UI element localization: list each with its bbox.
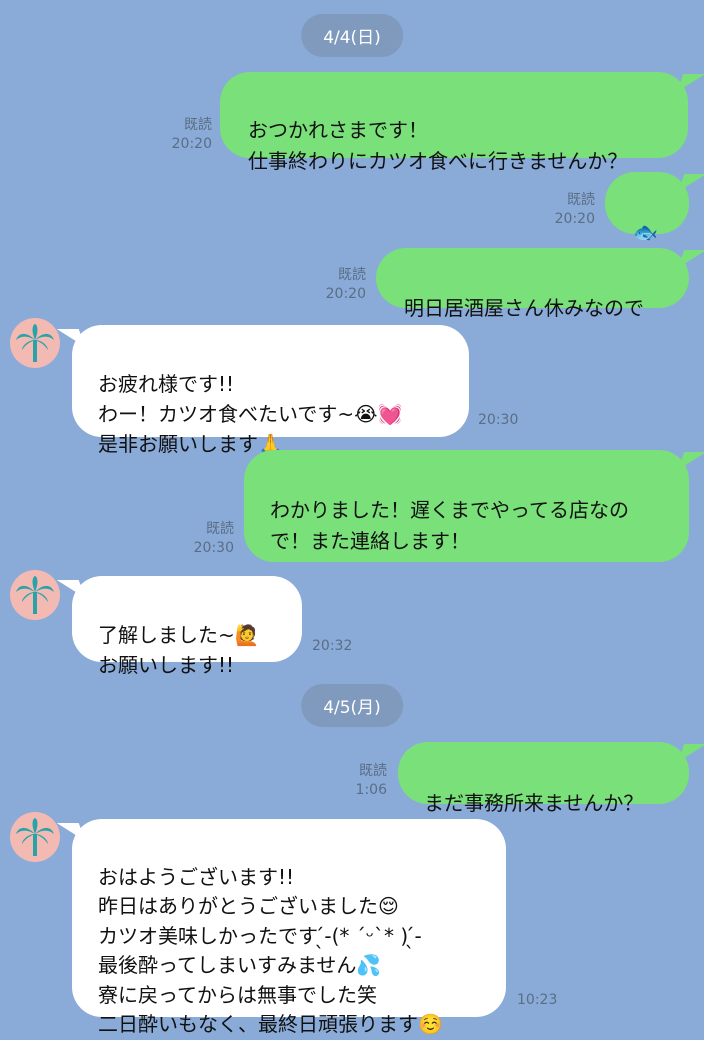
message-text: 明日居酒屋さん休みなので	[404, 296, 644, 320]
palm-tree-icon	[16, 818, 54, 856]
read-label: 既読	[338, 267, 366, 283]
message-bubble-outgoing[interactable]: わかりました！遅くまでやってる店なので！また連絡します！	[244, 450, 689, 562]
avatar[interactable]	[10, 812, 60, 862]
message-time: 20:20	[171, 136, 212, 152]
message-meta: 20:30	[478, 411, 518, 430]
message-text: わかりました！遅くまでやってる店なので！また連絡します！	[270, 498, 629, 553]
message-time: 20:30	[193, 540, 234, 556]
message-time: 10:23	[517, 992, 558, 1008]
message-text: 了解しました~🙋 お願いします!!	[98, 623, 260, 677]
message-bubble-outgoing[interactable]: まだ事務所来ませんか？	[398, 742, 689, 815]
message-meta: 10:23	[517, 991, 557, 1010]
message-time: 1:06	[355, 782, 387, 798]
read-label: 既読	[184, 117, 212, 133]
message-bubble-incoming[interactable]: 了解しました~🙋 お願いします!!	[72, 576, 302, 677]
message-bubble-incoming[interactable]: おはようございます!! 昨日はありがとうございました😌 カツオ美味しかったです …	[72, 819, 506, 1036]
message-text: おはようございます!! 昨日はありがとうございました😌 カツオ美味しかったです …	[98, 864, 443, 1037]
message-meta: 20:32	[312, 637, 352, 656]
message-meta: 既読 20:20	[172, 116, 212, 154]
message-meta: 既読 20:20	[555, 191, 595, 229]
date-separator: 4/5(月)	[301, 684, 403, 727]
message-bubble-outgoing[interactable]: おつかれさまです！ 仕事終わりにカツオ食べに行きませんか？	[220, 72, 688, 173]
palm-tree-icon	[16, 324, 54, 362]
message-time: 20:20	[325, 286, 366, 302]
date-separator: 4/4(日)	[301, 14, 403, 57]
palm-tree-icon	[16, 576, 54, 614]
avatar[interactable]	[10, 570, 60, 620]
message-bubble-incoming[interactable]: お疲れ様です!! わー！カツオ食べたいです~😭💓 是非お願いします🙏	[72, 325, 469, 456]
message-text: お疲れ様です!! わー！カツオ食べたいです~😭💓 是非お願いします🙏	[98, 372, 403, 456]
message-bubble-outgoing[interactable]: 🐟	[605, 172, 689, 244]
message-time: 20:30	[478, 412, 519, 428]
message-text: おつかれさまです！ 仕事終わりにカツオ食べに行きませんか？	[248, 118, 628, 173]
message-bubble-outgoing[interactable]: 明日居酒屋さん休みなので	[376, 248, 689, 320]
message-meta: 既読 20:20	[326, 266, 366, 304]
message-time: 20:32	[312, 638, 353, 654]
message-time: 20:20	[554, 211, 595, 227]
message-meta: 既読 1:06	[356, 762, 387, 800]
message-text: まだ事務所来ませんか？	[424, 791, 644, 815]
read-label: 既読	[359, 763, 387, 779]
read-label: 既読	[206, 521, 234, 537]
message-text: 🐟	[633, 220, 658, 244]
read-label: 既読	[567, 192, 595, 208]
message-meta: 既読 20:30	[194, 520, 234, 558]
avatar[interactable]	[10, 318, 60, 368]
